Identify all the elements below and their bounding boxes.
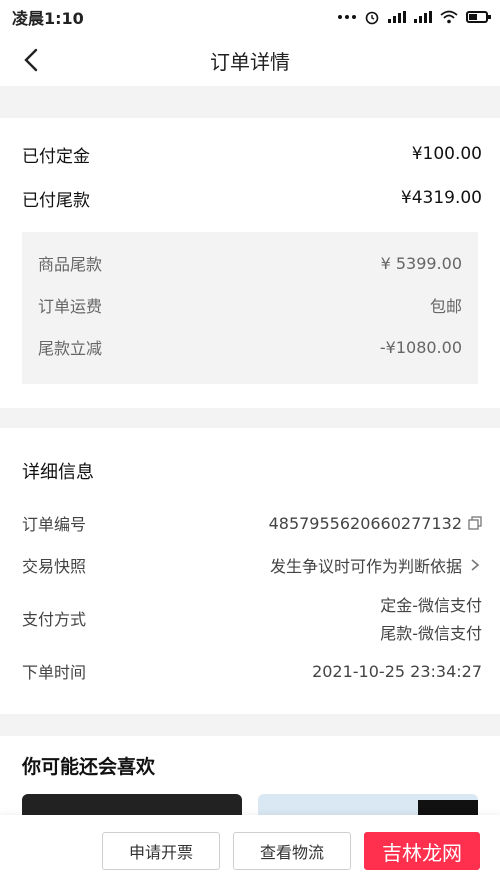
order-time-value: 2021-10-25 23:34:27	[312, 661, 482, 681]
red-action-button[interactable]: 吉林龙网	[364, 832, 480, 870]
pay-method-values: 定金-微信支付 尾款-微信支付	[380, 592, 482, 644]
order-number-value: 4857955620660277132	[268, 513, 462, 533]
discount-label: 尾款立减	[38, 339, 103, 358]
shipping-value: 包邮	[429, 297, 462, 316]
payment-card: 已付定金 ¥100.00 已付尾款 ¥4319.00 商品尾款 ¥ 5399.0…	[0, 118, 500, 408]
snapshot-value-wrap[interactable]: 发生争议时可作为判断依据	[270, 553, 482, 577]
chevron-right-icon	[471, 559, 480, 571]
copy-icon[interactable]	[468, 516, 482, 530]
signal-icon-2	[414, 11, 432, 23]
shipping-label: 订单运费	[38, 297, 103, 316]
status-icons	[338, 9, 491, 25]
order-time-row: 下单时间 2021-10-25 23:34:27	[0, 650, 500, 692]
shipping-row: 订单运费 包邮	[22, 284, 478, 326]
status-bar: 凌晨1:10	[0, 0, 500, 34]
recommend-title: 你可能还会喜欢	[22, 756, 156, 778]
snapshot-label: 交易快照	[22, 557, 87, 576]
status-time: 凌晨1:10	[12, 9, 84, 28]
balance-label: 已付尾款	[22, 190, 90, 211]
discount-value: -¥1080.00	[379, 337, 462, 357]
order-number-label: 订单编号	[22, 515, 87, 534]
snapshot-row[interactable]: 交易快照 发生争议时可作为判断依据	[0, 544, 500, 586]
alarm-icon	[365, 11, 379, 25]
deposit-row: 已付定金 ¥100.00	[0, 132, 500, 176]
wifi-icon	[440, 10, 458, 24]
pay-method-line1: 定金-微信支付	[380, 596, 482, 615]
goods-balance-row: 商品尾款 ¥ 5399.00	[22, 242, 478, 284]
deposit-label: 已付定金	[22, 146, 90, 167]
payment-breakdown: 商品尾款 ¥ 5399.00 订单运费 包邮 尾款立减 -¥1080.00	[22, 232, 478, 384]
nav-bar: 订单详情	[0, 34, 500, 86]
view-logistics-button[interactable]: 查看物流	[233, 832, 351, 870]
battery-icon	[466, 11, 491, 23]
balance-value: ¥4319.00	[400, 188, 482, 208]
pay-method-line2: 尾款-微信支付	[380, 624, 482, 643]
bottom-action-bar: 申请开票 查看物流 吉林龙网	[0, 815, 500, 888]
apply-invoice-button[interactable]: 申请开票	[102, 832, 220, 870]
discount-row: 尾款立减 -¥1080.00	[22, 326, 478, 368]
deposit-value: ¥100.00	[411, 144, 482, 164]
order-number-row: 订单编号 4857955620660277132	[0, 502, 500, 544]
order-number-value-wrap: 4857955620660277132	[269, 514, 482, 533]
signal-icon	[388, 11, 406, 23]
snapshot-value: 发生争议时可作为判断依据	[269, 557, 462, 576]
goods-balance-label: 商品尾款	[38, 255, 103, 274]
pay-method-row: 支付方式 定金-微信支付 尾款-微信支付	[0, 586, 500, 650]
more-dots-icon	[338, 15, 356, 19]
balance-row: 已付尾款 ¥4319.00	[0, 176, 500, 220]
pay-method-label: 支付方式	[22, 610, 87, 629]
detail-card: 详细信息 订单编号 4857955620660277132 交易快照 发生争议时…	[0, 428, 500, 714]
order-time-label: 下单时间	[22, 663, 87, 682]
page-title: 订单详情	[210, 49, 290, 74]
back-arrow-icon[interactable]	[20, 47, 44, 73]
detail-section-title: 详细信息	[22, 462, 94, 483]
goods-balance-value: ¥ 5399.00	[380, 253, 462, 273]
